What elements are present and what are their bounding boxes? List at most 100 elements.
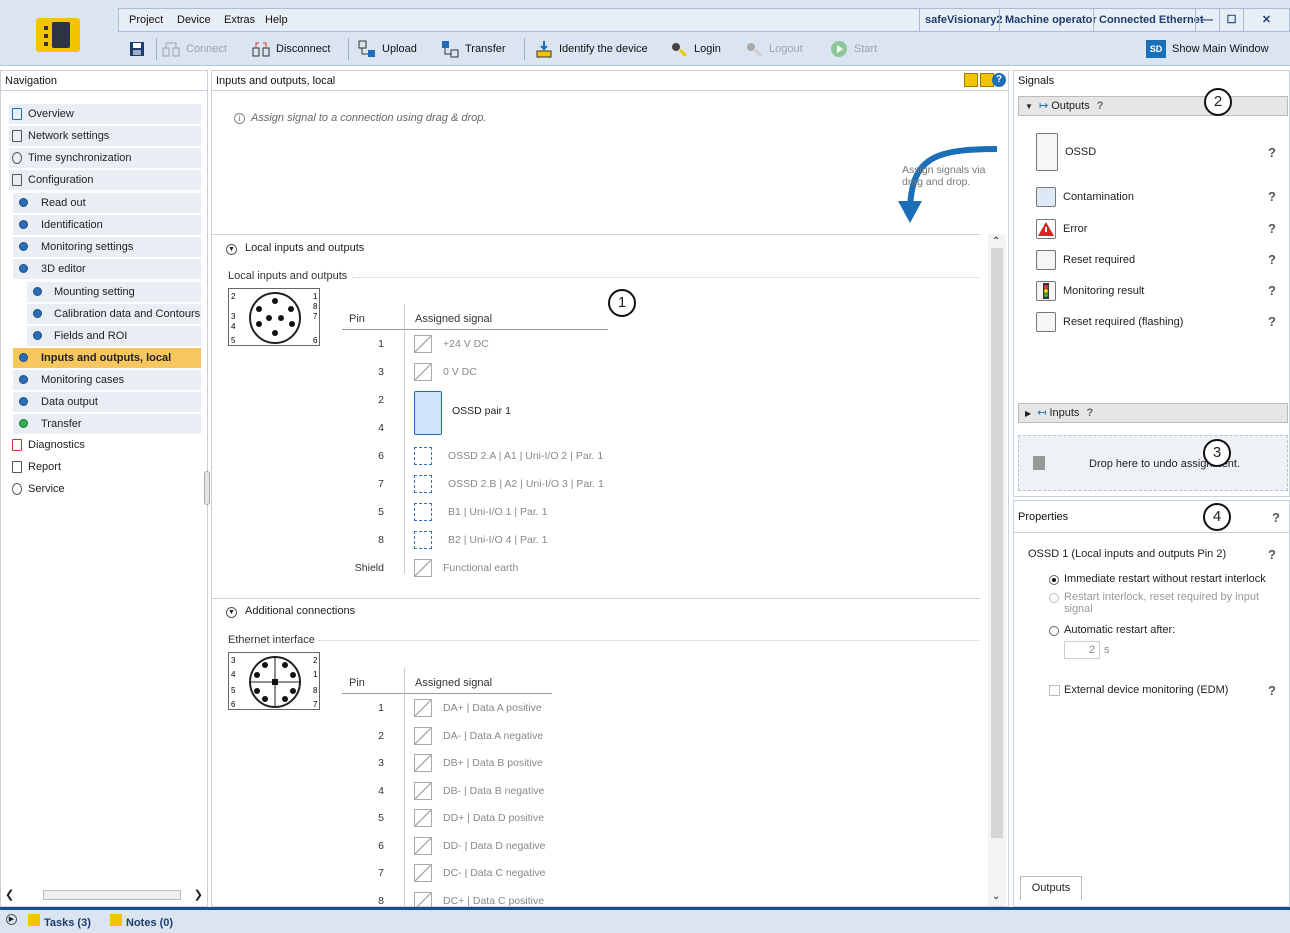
nav-calibration[interactable]: Calibration data and Contours	[27, 304, 201, 324]
nav-3d-editor[interactable]: 3D editor	[13, 259, 201, 279]
nav-hscrollbar[interactable]: ❮ ❯	[5, 888, 203, 902]
nav-time-sync[interactable]: Time synchronization	[9, 148, 201, 168]
transfer-button[interactable]: Transfer	[441, 38, 506, 60]
pin-signal-label: DB- | Data B negative	[443, 784, 545, 797]
minimize-button[interactable]: —	[1195, 9, 1219, 31]
notes-button[interactable]: Notes (0)	[110, 914, 173, 929]
additional-section-header[interactable]: ▼ Additional connections	[226, 605, 355, 618]
save-button[interactable]	[128, 38, 152, 60]
signal-drop-slot[interactable]	[414, 475, 432, 493]
eth-col-signal: Assigned signal	[415, 677, 493, 689]
help-icon[interactable]: ?	[1268, 145, 1280, 160]
upload-button[interactable]: Upload	[358, 38, 417, 60]
scroll-thumb[interactable]	[991, 248, 1003, 838]
logout-button[interactable]: Logout	[745, 38, 803, 60]
nav-data-output[interactable]: Data output	[13, 392, 201, 412]
nav-overview[interactable]: Overview	[9, 104, 201, 124]
nav-monitoring-settings[interactable]: Monitoring settings	[13, 237, 201, 257]
ossd-pair-assignment[interactable]	[414, 391, 442, 435]
error-warning-icon	[1036, 219, 1056, 239]
center-vscrollbar[interactable]: ⌃ ⌄	[988, 234, 1006, 906]
signal-monitoring-result[interactable]: Monitoring result	[1036, 279, 1144, 303]
help-icon[interactable]: ?	[1268, 283, 1280, 298]
auto-restart-seconds-input[interactable]: 2	[1064, 641, 1100, 659]
user-level-status[interactable]: Machine operator	[999, 9, 1102, 31]
show-main-window-button[interactable]: SD Show Main Window	[1146, 38, 1269, 60]
help-icon[interactable]: ?	[1268, 252, 1280, 267]
nav-inputs-outputs-local[interactable]: Inputs and outputs, local	[13, 348, 201, 368]
nav-identification[interactable]: Identification	[13, 215, 201, 235]
connection-status[interactable]: Connected Ethernet	[1093, 9, 1209, 31]
signal-ossd[interactable]: OSSD	[1036, 133, 1096, 171]
signal-reset-flashing[interactable]: Reset required (flashing)	[1036, 310, 1183, 334]
menu-device[interactable]: Device	[177, 14, 211, 26]
nav-monitoring-cases[interactable]: Monitoring cases	[13, 370, 201, 390]
help-icon[interactable]: ?	[1272, 510, 1284, 525]
signal-contamination[interactable]: Contamination	[1036, 185, 1134, 209]
nav-service[interactable]: Service	[9, 479, 201, 499]
callout-3: 3	[1203, 439, 1231, 467]
maximize-button[interactable]: ☐	[1219, 9, 1243, 31]
local-section-header[interactable]: ▼ Local inputs and outputs	[226, 242, 364, 255]
radio-immediate-restart[interactable]	[1049, 575, 1059, 585]
radio-automatic-restart[interactable]	[1049, 626, 1059, 636]
signal-reset-required[interactable]: Reset required	[1036, 248, 1135, 272]
connect-button[interactable]: Connect	[162, 38, 227, 60]
signal-drop-slot[interactable]	[414, 503, 432, 521]
disconnect-button[interactable]: Disconnect	[252, 38, 330, 60]
nav-network-settings[interactable]: Network settings	[9, 126, 201, 146]
login-button[interactable]: Login	[670, 38, 721, 60]
scroll-right-icon[interactable]: ❯	[194, 888, 203, 901]
identify-device-button[interactable]: Identify the device	[535, 38, 648, 60]
fixed-signal-icon	[414, 699, 432, 717]
notes-label: Notes (0)	[126, 917, 174, 929]
help-icon[interactable]: ?	[1268, 683, 1280, 698]
expand-status-icon[interactable]: ▶	[6, 914, 17, 925]
menu-help[interactable]: Help	[265, 14, 288, 26]
nav-read-out[interactable]: Read out	[13, 193, 201, 213]
connect-label: Connect	[186, 43, 227, 55]
nav-configuration[interactable]: Configuration	[9, 170, 201, 190]
drag-hint: i Assign signal to a connection using dra…	[234, 112, 486, 124]
eth-col-pin: Pin	[349, 677, 365, 689]
nav-report[interactable]: Report	[9, 457, 201, 477]
nav-transfer[interactable]: Transfer	[13, 414, 201, 434]
nav-mounting-setting[interactable]: Mounting setting	[27, 282, 201, 302]
menu-project[interactable]: Project	[129, 14, 163, 26]
nav-fields-roi[interactable]: Fields and ROI	[27, 326, 201, 346]
start-button[interactable]: Start	[830, 38, 877, 60]
collapse-icon: ▼	[226, 244, 237, 255]
notes-icon[interactable]	[964, 73, 978, 87]
nav-diagnostics[interactable]: Diagnostics	[9, 435, 201, 455]
properties-heading: OSSD 1 (Local inputs and outputs Pin 2)	[1028, 548, 1227, 560]
help-icon[interactable]: ?	[1268, 547, 1280, 562]
outputs-header[interactable]: ▼ ↦ Outputs ?	[1018, 96, 1288, 116]
menu-extras[interactable]: Extras	[224, 14, 255, 26]
network-icon	[12, 130, 22, 142]
signal-error[interactable]: Error	[1036, 217, 1087, 241]
help-icon[interactable]: ?	[1268, 189, 1280, 204]
unassign-drop-zone[interactable]: Drop here to undo assignment.	[1018, 435, 1288, 491]
help-icon[interactable]: ?	[1268, 221, 1280, 236]
device-name-status[interactable]: safeVisionary2	[919, 9, 1007, 31]
close-button[interactable]: ✕	[1243, 9, 1289, 31]
svg-text:5: 5	[231, 686, 236, 695]
help-icon[interactable]: ?	[1268, 314, 1280, 329]
pin-signal-label: OSSD 2.B | A2 | Uni-I/O 3 | Par. 1	[448, 478, 604, 490]
scroll-down-icon[interactable]: ⌄	[992, 891, 1000, 902]
scroll-left-icon[interactable]: ❮	[5, 888, 14, 901]
signal-drop-slot[interactable]	[414, 447, 432, 465]
help-icon[interactable]: ?	[992, 73, 1006, 87]
tasks-button[interactable]: Tasks (3)	[28, 914, 91, 929]
radio-restart-interlock[interactable]	[1049, 593, 1059, 603]
outputs-tab[interactable]: Outputs	[1020, 876, 1082, 900]
collapse-handle[interactable]	[204, 471, 210, 505]
inputs-header[interactable]: ▶ ↤ Inputs ?	[1018, 403, 1288, 423]
signal-drop-slot[interactable]	[414, 531, 432, 549]
flag-icon	[28, 914, 40, 926]
svg-text:1: 1	[313, 670, 318, 679]
edm-checkbox[interactable]	[1049, 685, 1060, 696]
scroll-up-icon[interactable]: ⌃	[992, 236, 1000, 247]
scroll-thumb[interactable]	[43, 890, 181, 900]
pin-number: 4	[378, 422, 384, 434]
